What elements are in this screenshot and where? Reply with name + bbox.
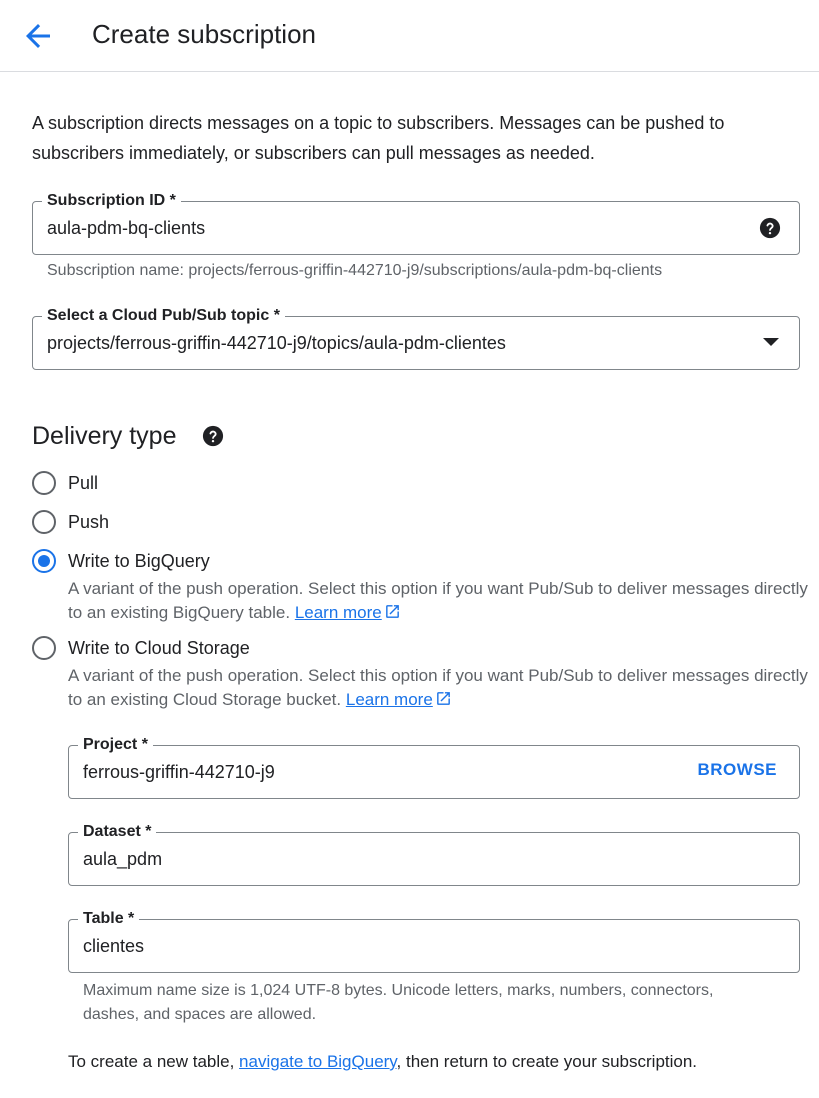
table-input[interactable]: clientes	[83, 934, 144, 958]
navigate-to-bigquery-link[interactable]: navigate to BigQuery	[239, 1052, 397, 1071]
help-icon[interactable]	[759, 217, 781, 239]
intro-text: A subscription directs messages on a top…	[32, 113, 725, 163]
cloud-storage-description: A variant of the push operation. Select …	[68, 664, 808, 712]
subscription-id-label: Subscription ID *	[42, 190, 181, 212]
subscription-name-hint: Subscription name: projects/ferrous-grif…	[47, 262, 663, 279]
note-text-after: , then return to create your subscriptio…	[396, 1052, 698, 1071]
bigquery-learn-more-link[interactable]: Learn more	[295, 603, 382, 622]
radio-cloud-storage-label: Write to Cloud Storage	[68, 638, 250, 658]
table-field[interactable]: Table * clientes	[68, 908, 800, 973]
note-text-before: To create a new table,	[68, 1052, 240, 1071]
cloud-storage-learn-more-link[interactable]: Learn more	[346, 690, 433, 709]
delivery-type-heading: Delivery type	[32, 418, 224, 454]
dataset-label: Dataset *	[78, 821, 157, 843]
radio-pull-label: Pull	[68, 473, 99, 493]
radio-bigquery-button[interactable]	[32, 549, 56, 573]
topic-label: Select a Cloud Pub/Sub topic *	[42, 305, 285, 327]
radio-push-label: Push	[68, 512, 110, 532]
page-header: Create subscription	[0, 0, 819, 72]
create-table-note: To create a new table, navigate to BigQu…	[68, 1050, 697, 1074]
dataset-field[interactable]: Dataset * aula_pdm	[68, 821, 800, 886]
project-label: Project *	[78, 734, 153, 756]
radio-cloud-storage-button[interactable]	[32, 636, 56, 660]
external-link-icon[interactable]	[435, 690, 452, 707]
page-title: Create subscription	[92, 19, 316, 49]
delivery-type-title: Delivery type	[32, 422, 177, 450]
subscription-id-field[interactable]: Subscription ID * aula-pdm-bq-clients	[32, 190, 800, 255]
project-input[interactable]: ferrous-griffin-442710-j9	[83, 760, 275, 784]
radio-bigquery-label: Write to BigQuery	[68, 551, 210, 571]
subscription-id-input[interactable]: aula-pdm-bq-clients	[47, 216, 205, 240]
help-icon[interactable]	[202, 425, 224, 447]
browse-button[interactable]: BROWSE	[698, 760, 778, 780]
radio-push-button[interactable]	[32, 510, 56, 534]
topic-select[interactable]: Select a Cloud Pub/Sub topic * projects/…	[32, 305, 800, 370]
table-label: Table *	[78, 908, 140, 930]
bigquery-desc-text: A variant of the push operation. Select …	[68, 579, 808, 622]
back-button[interactable]	[20, 18, 56, 54]
bigquery-description: A variant of the push operation. Select …	[68, 577, 808, 625]
table-name-hint: Maximum name size is 1,024 UTF-8 bytes. …	[83, 982, 714, 1023]
project-field[interactable]: Project * ferrous-griffin-442710-j9 BROW…	[68, 734, 800, 799]
dataset-input[interactable]: aula_pdm	[83, 847, 162, 871]
radio-pull-button[interactable]	[32, 471, 56, 495]
dropdown-arrow-icon[interactable]	[763, 338, 779, 346]
topic-value: projects/ferrous-griffin-442710-j9/topic…	[47, 333, 506, 353]
arrow-back-icon	[26, 24, 50, 48]
external-link-icon[interactable]	[384, 603, 401, 620]
